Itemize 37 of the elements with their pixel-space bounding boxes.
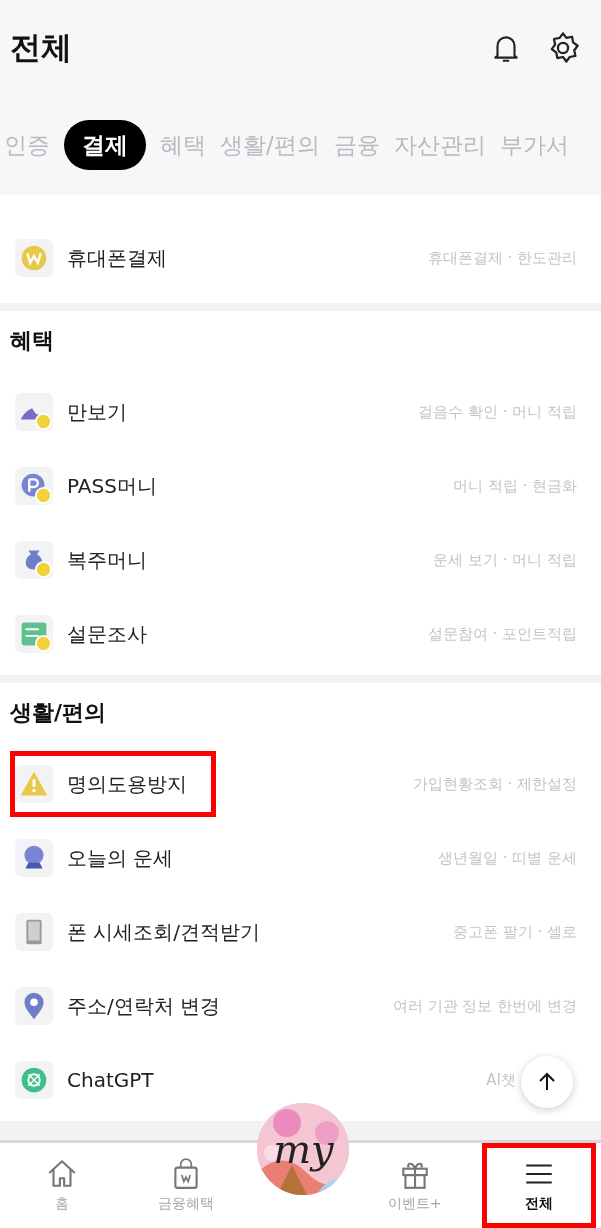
item-description: 운세 보기 · 머니 적립 [433, 549, 578, 571]
menu-item[interactable]: 오늘의 운세 [10, 825, 179, 891]
my-label: my [273, 1125, 334, 1174]
item-description: 생년월일 · 띠별 운세 [437, 847, 578, 869]
item-description: 여러 기관 정보 한번에 변경 [392, 995, 578, 1017]
menu-item[interactable]: 휴대폰결제 [10, 225, 172, 291]
item-description: AI챗 [486, 1069, 516, 1091]
item-description: 걸음수 확인 · 머니 적립 [418, 401, 578, 423]
item-title: 만보기 [67, 399, 127, 426]
item-title: 휴대폰결제 [67, 245, 167, 272]
my-button[interactable]: my [257, 1103, 350, 1195]
section-heading: 생활/편의 [9, 699, 108, 727]
item-title: 명의도용방지 [67, 771, 187, 798]
menu-item[interactable]: 주소/연락처 변경 [10, 973, 226, 1039]
item-title: 폰 시세조회/견적받기 [67, 919, 261, 946]
menu-item[interactable]: PASS머니 [10, 453, 162, 519]
menu-item[interactable]: 명의도용방지 [10, 751, 216, 817]
item-title: ChatGPT [67, 1067, 154, 1094]
item-title: 주소/연락처 변경 [67, 993, 221, 1020]
item-description: 머니 적립 · 현금화 [452, 475, 578, 497]
category-tab[interactable]: 결제 [64, 120, 146, 170]
item-description: 중고폰 팔기 · 셀로 [452, 921, 578, 943]
page-title: 전체 [10, 28, 72, 68]
section-heading: 혜택 [9, 327, 55, 355]
item-description: 휴대폰결제 · 한도관리 [427, 247, 578, 269]
item-title: 오늘의 운세 [67, 845, 174, 872]
item-description: 설문참여 · 포인트적립 [427, 623, 578, 645]
item-description: 가입현황조회 · 제한설정 [412, 773, 578, 795]
menu-item[interactable]: 만보기 [10, 379, 132, 445]
menu-item[interactable]: 폰 시세조회/견적받기 [10, 899, 266, 965]
menu-item[interactable]: 설문조사 [10, 601, 152, 667]
nav-tab[interactable]: 전체 [481, 1143, 596, 1228]
item-title: 설문조사 [67, 621, 147, 648]
item-title: PASS머니 [67, 473, 157, 500]
menu-item[interactable]: 복주머니 [10, 527, 152, 593]
menu-item[interactable]: ChatGPT [10, 1047, 159, 1113]
item-title: 복주머니 [67, 547, 147, 574]
